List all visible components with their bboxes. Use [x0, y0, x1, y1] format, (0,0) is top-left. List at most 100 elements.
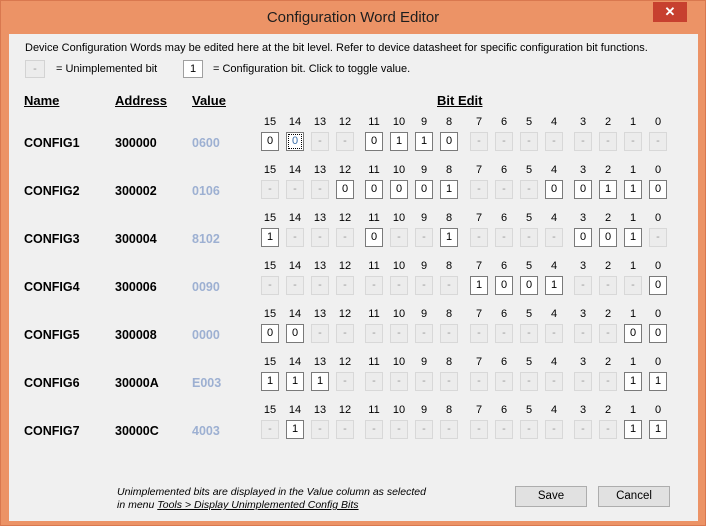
- config-name: CONFIG2: [24, 184, 80, 198]
- bit-number-label: 12: [338, 308, 352, 320]
- title-bar[interactable]: Configuration Word Editor ✕: [1, 1, 705, 34]
- config-bit-toggle[interactable]: 0: [649, 180, 667, 199]
- unimplemented-bit: -: [495, 132, 513, 151]
- config-bit-toggle[interactable]: 1: [261, 228, 279, 247]
- config-bit-toggle[interactable]: 1: [624, 180, 642, 199]
- bit-number-label: 9: [420, 116, 428, 128]
- unimplemented-bit: -: [624, 276, 642, 295]
- config-bit-toggle[interactable]: 1: [624, 420, 642, 439]
- bit-number-label: 3: [579, 260, 587, 272]
- unimplemented-bit: -: [520, 324, 538, 343]
- unimplemented-bit: -: [520, 180, 538, 199]
- unimplemented-bit: -: [574, 420, 592, 439]
- bit-number-label: 6: [500, 356, 508, 368]
- config-bit-toggle[interactable]: 0: [365, 228, 383, 247]
- bit-number-label: 4: [550, 356, 558, 368]
- unimplemented-bit: -: [261, 180, 279, 199]
- bit-number-label: 6: [500, 260, 508, 272]
- bit-number-label: 7: [475, 308, 483, 320]
- unimplemented-bit: -: [574, 324, 592, 343]
- bit-number-label: 6: [500, 308, 508, 320]
- config-bit-toggle[interactable]: 1: [624, 228, 642, 247]
- bit-number-label: 1: [629, 356, 637, 368]
- header-bit-edit: Bit Edit: [437, 93, 483, 108]
- config-bit-toggle[interactable]: 0: [415, 180, 433, 199]
- cancel-button[interactable]: Cancel: [598, 486, 670, 507]
- bit-number-label: 4: [550, 260, 558, 272]
- config-bit-toggle[interactable]: 1: [624, 372, 642, 391]
- bit-number-label: 15: [263, 356, 277, 368]
- config-bit-toggle[interactable]: 1: [440, 180, 458, 199]
- config-address: 300000: [115, 136, 157, 150]
- config-bit-toggle[interactable]: 1: [415, 132, 433, 151]
- note-line-2: in menu Tools > Display Unimplemented Co…: [117, 499, 426, 512]
- bit-number-label: 15: [263, 212, 277, 224]
- unimplemented-bit: -: [495, 228, 513, 247]
- config-bit-toggle[interactable]: 0: [390, 180, 408, 199]
- unimplemented-bit: -: [390, 276, 408, 295]
- bit-number-label: 4: [550, 164, 558, 176]
- unimplemented-bit: -: [336, 276, 354, 295]
- unimplemented-bit: -: [286, 276, 304, 295]
- config-bit-toggle[interactable]: 0: [574, 228, 592, 247]
- bit-number-label: 8: [445, 116, 453, 128]
- config-bit-toggle[interactable]: 0: [286, 132, 304, 151]
- config-bit-toggle[interactable]: 0: [649, 324, 667, 343]
- config-bit-toggle[interactable]: 0: [624, 324, 642, 343]
- unimplemented-bit: -: [470, 420, 488, 439]
- config-bit-toggle[interactable]: 0: [440, 132, 458, 151]
- config-bit-toggle[interactable]: 1: [599, 180, 617, 199]
- config-bit-toggle[interactable]: 1: [311, 372, 329, 391]
- config-bit-toggle[interactable]: 0: [545, 180, 563, 199]
- unimplemented-bit: -: [495, 372, 513, 391]
- config-bit-toggle[interactable]: 0: [574, 180, 592, 199]
- unimplemented-bit: -: [261, 420, 279, 439]
- bit-number-label: 12: [338, 356, 352, 368]
- unimplemented-bit: -: [311, 228, 329, 247]
- config-bit-toggle[interactable]: 1: [440, 228, 458, 247]
- bit-number-label: 2: [604, 308, 612, 320]
- bit-number-label: 10: [392, 212, 406, 224]
- config-bit-toggle[interactable]: 1: [545, 276, 563, 295]
- config-bit-toggle[interactable]: 0: [286, 324, 304, 343]
- config-bit-toggle[interactable]: 0: [261, 324, 279, 343]
- config-bit-toggle[interactable]: 0: [520, 276, 538, 295]
- config-bit-toggle[interactable]: 1: [470, 276, 488, 295]
- config-bit-toggle[interactable]: 0: [261, 132, 279, 151]
- config-address: 30000A: [115, 376, 159, 390]
- bit-number-label: 5: [525, 116, 533, 128]
- bit-number-label: 13: [313, 116, 327, 128]
- config-bit-toggle[interactable]: 0: [495, 276, 513, 295]
- unimplemented-bit: -: [599, 276, 617, 295]
- config-bit-toggle[interactable]: 0: [649, 276, 667, 295]
- config-bit-toggle[interactable]: 0: [365, 132, 383, 151]
- bit-number-label: 14: [288, 116, 302, 128]
- bit-number-label: 10: [392, 356, 406, 368]
- config-bit-toggle[interactable]: 1: [390, 132, 408, 151]
- config-bit-toggle[interactable]: 0: [365, 180, 383, 199]
- unimplemented-bit: -: [470, 228, 488, 247]
- config-bit-toggle[interactable]: 1: [649, 372, 667, 391]
- config-bit-toggle[interactable]: 1: [286, 420, 304, 439]
- config-name: CONFIG6: [24, 376, 80, 390]
- menu-path-link: Tools > Display Unimplemented Config Bit…: [157, 499, 359, 511]
- config-bit-toggle[interactable]: 1: [286, 372, 304, 391]
- unimplemented-bit: -: [336, 132, 354, 151]
- unimplemented-bit: -: [520, 420, 538, 439]
- unimplemented-bit: -: [599, 324, 617, 343]
- bit-number-label: 7: [475, 260, 483, 272]
- config-bit-toggle[interactable]: 0: [336, 180, 354, 199]
- bit-number-label: 9: [420, 164, 428, 176]
- bit-number-label: 15: [263, 308, 277, 320]
- bit-number-label: 2: [604, 260, 612, 272]
- save-button[interactable]: Save: [515, 486, 587, 507]
- bit-number-label: 0: [654, 356, 662, 368]
- bit-number-label: 2: [604, 356, 612, 368]
- config-bit-toggle[interactable]: 1: [649, 420, 667, 439]
- bit-number-label: 4: [550, 404, 558, 416]
- bit-number-label: 12: [338, 116, 352, 128]
- bit-number-label: 12: [338, 404, 352, 416]
- config-bit-toggle[interactable]: 0: [599, 228, 617, 247]
- close-button[interactable]: ✕: [653, 2, 687, 22]
- config-bit-toggle[interactable]: 1: [261, 372, 279, 391]
